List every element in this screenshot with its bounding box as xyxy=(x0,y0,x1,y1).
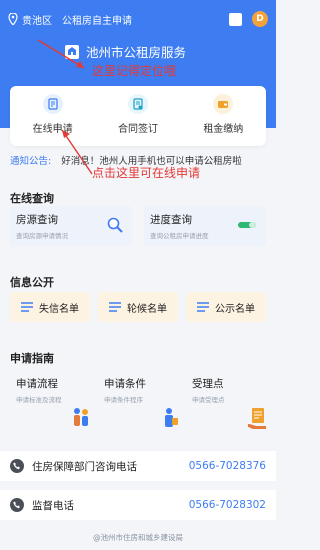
footer-credit: @池州市住房和城乡建设局 xyxy=(93,533,183,542)
service-label: 合同签订 xyxy=(117,124,158,135)
notice-label: 通知公告: xyxy=(10,156,52,167)
people-illustration-icon xyxy=(74,408,88,426)
guide-item-subtitle: 申请受理点 xyxy=(192,396,225,404)
contract-icon xyxy=(127,94,148,114)
app-title: 公租房自主申请 xyxy=(62,15,132,27)
guide-process[interactable]: 申请流程 申请标准及流程 xyxy=(16,374,96,432)
phone-number[interactable]: 0566-7028302 xyxy=(189,499,266,511)
phone-label: 监督电话 xyxy=(32,499,74,512)
location-pin-icon[interactable] xyxy=(8,13,18,25)
button-label: 轮候名单 xyxy=(127,303,167,315)
phone-icon xyxy=(10,459,24,473)
phone-number[interactable]: 0566-7028376 xyxy=(189,460,266,472)
button-label: 公示名单 xyxy=(215,303,255,315)
guide-item-title: 申请条件 xyxy=(104,378,146,390)
annotation-apply: 点击这里可在线申请 xyxy=(92,166,201,180)
house-query-card[interactable]: 房源查询 查询房源申请情况 xyxy=(10,206,132,246)
online-query-section: 房源查询 查询房源申请情况 进度查询 查询公租房申请进度 xyxy=(10,184,266,254)
list-icon xyxy=(197,302,209,312)
service-label: 租金缴纳 xyxy=(203,124,244,135)
top-bar: 贵池区 公租房自主申请 D xyxy=(8,10,268,28)
guide-acceptance-point[interactable]: 受理点 申请受理点 xyxy=(192,374,272,432)
guide-conditions[interactable]: 申请条件 申请条件程序 xyxy=(104,374,184,432)
hand-doc-illustration-icon xyxy=(248,408,266,429)
guide-item-title: 受理点 xyxy=(192,378,224,390)
service-contract[interactable]: 合同签订 xyxy=(95,86,180,146)
guide-item-title: 申请流程 xyxy=(16,378,58,390)
white-square-icon[interactable] xyxy=(229,12,242,26)
guide-item-subtitle: 申请条件程序 xyxy=(104,396,143,404)
list-icon xyxy=(21,302,33,312)
brand-logo-icon xyxy=(65,44,79,59)
phone-icon xyxy=(10,498,24,512)
guide-section: 申请流程 申请标准及流程 申请条件 申请条件程序 受理点 申请受理点 xyxy=(10,348,266,438)
waiting-list-button[interactable]: 轮候名单 xyxy=(98,292,178,322)
brand: 池州市公租房服务 xyxy=(64,42,186,61)
button-label: 失信名单 xyxy=(39,303,79,315)
brand-name: 池州市公租房服务 xyxy=(86,45,187,60)
service-label: 在线申请 xyxy=(32,124,73,135)
edit-doc-icon xyxy=(42,94,63,114)
service-rent-payment[interactable]: 租金缴纳 xyxy=(181,86,266,146)
progress-query-card[interactable]: 进度查询 查询公租房申请进度 xyxy=(144,206,266,246)
dishonest-list-button[interactable]: 失信名单 xyxy=(10,292,90,322)
progress-bar-icon xyxy=(238,222,256,228)
app-logo-icon: D xyxy=(252,11,268,27)
service-card: 在线申请 合同签订 租金缴纳 xyxy=(10,86,266,146)
annotation-location: 这里记得定位哦 xyxy=(92,64,177,78)
region-selector[interactable]: 贵池区 xyxy=(22,12,52,27)
list-icon xyxy=(109,302,121,312)
supervision-phone-row[interactable]: 监督电话 0566-7028302 xyxy=(0,490,276,520)
guide-item-subtitle: 申请标准及流程 xyxy=(16,396,62,404)
info-section: 失信名单 轮候名单 公示名单 xyxy=(10,270,266,330)
consult-phone-row[interactable]: 住房保障部门咨询电话 0566-7028376 xyxy=(0,451,276,481)
wallet-icon xyxy=(213,94,234,114)
public-list-button[interactable]: 公示名单 xyxy=(186,292,266,322)
magnifier-icon xyxy=(107,217,123,233)
person-illustration-icon xyxy=(165,408,178,427)
service-online-apply[interactable]: 在线申请 xyxy=(10,86,95,146)
phone-label: 住房保障部门咨询电话 xyxy=(32,460,137,473)
